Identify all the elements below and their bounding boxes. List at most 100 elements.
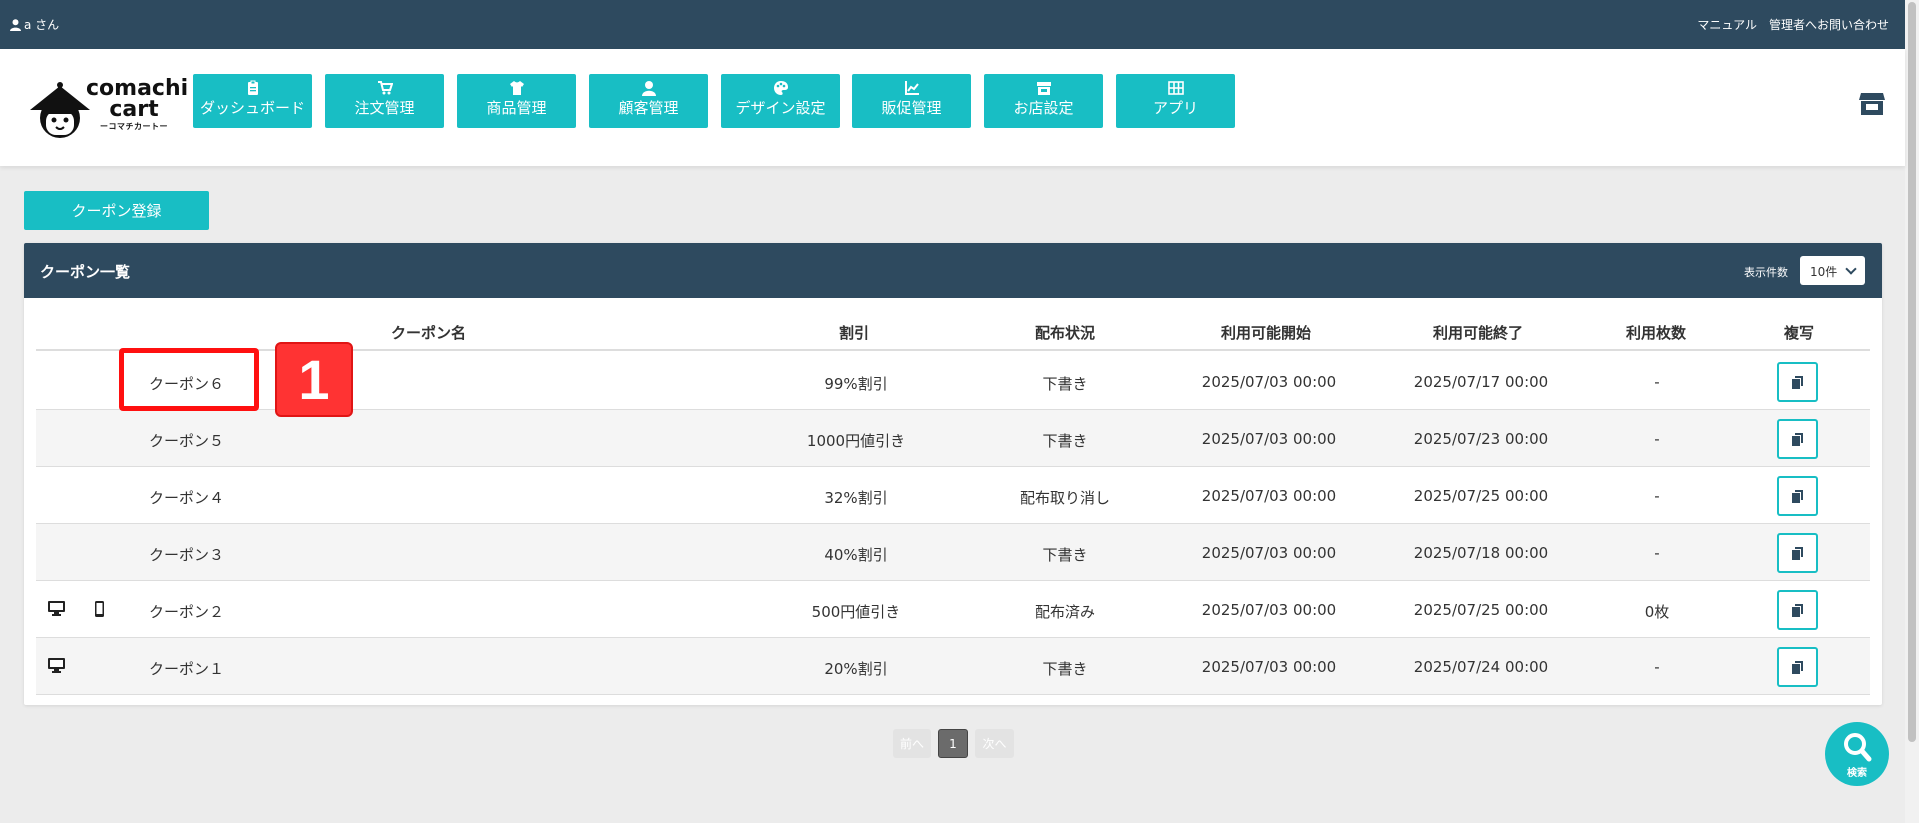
grid-icon bbox=[1167, 81, 1184, 95]
copy-icon bbox=[1792, 433, 1803, 446]
coupon-name-link[interactable]: クーポン１ bbox=[149, 658, 224, 679]
coupon-name-link[interactable]: クーポン３ bbox=[149, 544, 224, 565]
discount-cell: 40%割引 bbox=[824, 546, 888, 564]
used-count-cell: - bbox=[1654, 658, 1660, 676]
highlight-box bbox=[119, 348, 259, 411]
pagination-next[interactable]: 次へ bbox=[975, 729, 1014, 758]
device-pc bbox=[48, 601, 65, 620]
end-date-cell: 2025/07/25 00:00 bbox=[1413, 601, 1549, 619]
copy-icon bbox=[1792, 661, 1803, 674]
col-name: クーポン名 bbox=[391, 324, 467, 342]
col-status: 配布状況 bbox=[1035, 324, 1096, 342]
start-date-cell: 2025/07/03 00:00 bbox=[1201, 487, 1337, 505]
table-row[interactable]: クーポン１ 20%割引 下書き 2025/07/03 00:00 2025/07/24 … bbox=[36, 638, 1870, 695]
nav-shop-settings-button[interactable]: お店設定 bbox=[984, 74, 1103, 128]
nav-products-button[interactable]: 商品管理 bbox=[457, 74, 576, 128]
end-date-cell: 2025/07/18 00:00 bbox=[1413, 544, 1549, 562]
copy-button[interactable] bbox=[1777, 533, 1818, 573]
status-cell: 下書き bbox=[1042, 546, 1088, 564]
status-cell: 配布済み bbox=[1034, 603, 1096, 621]
discount-cell: 32%割引 bbox=[824, 489, 888, 507]
coupon-name-link[interactable]: クーポン２ bbox=[149, 601, 224, 622]
search-fab-label: 検索 bbox=[1847, 768, 1867, 779]
nav-customers-button[interactable]: 顧客管理 bbox=[589, 74, 708, 128]
start-date-cell: 2025/07/03 00:00 bbox=[1201, 601, 1337, 619]
used-count-cell: - bbox=[1654, 544, 1660, 562]
pagination-prev[interactable]: 前へ bbox=[893, 729, 931, 758]
copy-icon bbox=[1792, 604, 1803, 617]
copy-icon bbox=[1792, 376, 1803, 389]
nav-promotion-button[interactable]: 販促管理 bbox=[852, 74, 971, 128]
copy-button[interactable] bbox=[1777, 419, 1818, 459]
discount-cell: 20%割引 bbox=[824, 660, 888, 678]
user-icon bbox=[641, 81, 656, 96]
copy-button[interactable] bbox=[1777, 362, 1818, 402]
end-date-cell: 2025/07/24 00:00 bbox=[1413, 658, 1549, 676]
scrollbar-thumb[interactable] bbox=[1908, 2, 1916, 742]
table-row[interactable]: クーポン２ 500円値引き 配布済み 2025/07/03 00:00 2025/07/… bbox=[36, 581, 1870, 638]
nav-app-button[interactable]: アプリ bbox=[1116, 74, 1235, 128]
top-bar: a さん マニュアル 管理者へお問い合わせ bbox=[0, 0, 1919, 49]
coupon-name-link[interactable]: クーポン５ bbox=[149, 430, 224, 451]
copy-button[interactable] bbox=[1777, 476, 1818, 516]
end-date-cell: 2025/07/17 00:00 bbox=[1413, 373, 1549, 391]
nav-design-button[interactable]: デザイン設定 bbox=[721, 74, 840, 128]
table-row[interactable]: クーポン３ 40%割引 下書き 2025/07/03 00:00 2025/07/18 … bbox=[36, 524, 1870, 581]
cart-icon bbox=[377, 81, 393, 95]
copy-icon bbox=[1792, 490, 1803, 503]
copy-button[interactable] bbox=[1777, 590, 1818, 630]
nav-dashboard-button[interactable]: ダッシュボード bbox=[193, 74, 312, 128]
col-end: 利用可能終了 bbox=[1433, 324, 1524, 342]
coupon-name-link[interactable]: クーポン４ bbox=[149, 487, 224, 508]
used-count-cell: - bbox=[1654, 430, 1660, 448]
discount-cell: 99%割引 bbox=[824, 375, 888, 393]
nav-label: 販促管理 bbox=[881, 99, 942, 117]
chart-icon bbox=[904, 81, 919, 95]
nav-label: アプリ bbox=[1152, 99, 1198, 117]
panel-header: クーポン一覧 表示件数 10件 bbox=[24, 243, 1882, 298]
end-date-cell: 2025/07/25 00:00 bbox=[1413, 487, 1549, 505]
status-cell: 下書き bbox=[1042, 660, 1088, 678]
pagination-page[interactable]: 1 bbox=[938, 729, 968, 758]
start-date-cell: 2025/07/03 00:00 bbox=[1201, 658, 1337, 676]
start-date-cell: 2025/07/03 00:00 bbox=[1201, 544, 1337, 562]
table-row[interactable]: クーポン４ 32%割引 配布取り消し 2025/07/03 00:00 2025/07/… bbox=[36, 467, 1870, 524]
status-cell: 下書き bbox=[1042, 375, 1088, 393]
discount-cell: 500円値引き bbox=[811, 603, 901, 621]
copy-button[interactable] bbox=[1777, 647, 1818, 687]
clipboard-icon bbox=[247, 80, 258, 95]
col-start: 利用可能開始 bbox=[1221, 324, 1312, 342]
coupon-register-button[interactable]: クーポン登録 bbox=[24, 191, 209, 230]
nav-label: 商品管理 bbox=[486, 99, 547, 117]
table-row[interactable]: クーポン５ 1000円値引き 下書き 2025/07/03 00:00 2025/07/… bbox=[36, 410, 1870, 467]
palette-icon bbox=[773, 81, 788, 95]
scrollbar[interactable] bbox=[1905, 0, 1919, 823]
storefront-icon[interactable] bbox=[1859, 92, 1885, 116]
manual-link[interactable]: マニュアル bbox=[1697, 16, 1757, 33]
used-count-cell: - bbox=[1654, 487, 1660, 505]
shirt-icon bbox=[509, 81, 524, 95]
col-used: 利用枚数 bbox=[1626, 324, 1687, 342]
user-icon bbox=[10, 18, 21, 31]
status-cell: 配布取り消し bbox=[1019, 489, 1111, 507]
nav-label: ダッシュボード bbox=[199, 99, 305, 117]
user-menu[interactable]: a さん bbox=[10, 16, 59, 33]
header: comachi cart ーコマチカートー ダッシュボード 注文管理 商品管理 … bbox=[0, 49, 1905, 166]
start-date-cell: 2025/07/03 00:00 bbox=[1201, 430, 1337, 448]
copy-icon bbox=[1792, 547, 1803, 560]
search-icon bbox=[1844, 733, 1872, 762]
mobile-icon bbox=[95, 601, 104, 617]
nav-label: 注文管理 bbox=[354, 99, 415, 117]
chevron-down-icon bbox=[1845, 263, 1857, 275]
display-count-select[interactable]: 10件 bbox=[1800, 256, 1865, 285]
contact-admin-link[interactable]: 管理者へお問い合わせ bbox=[1769, 16, 1889, 33]
step-badge: 1 bbox=[275, 342, 353, 417]
start-date-cell: 2025/07/03 00:00 bbox=[1201, 373, 1337, 391]
nav-orders-button[interactable]: 注文管理 bbox=[325, 74, 444, 128]
search-fab[interactable]: 検索 bbox=[1825, 722, 1889, 786]
user-name: a さん bbox=[24, 18, 60, 32]
col-copy: 複写 bbox=[1784, 324, 1815, 342]
store-icon bbox=[1036, 82, 1051, 95]
device-mobile bbox=[95, 601, 104, 621]
logo-text: comachi cart ーコマチカートー bbox=[86, 76, 189, 132]
